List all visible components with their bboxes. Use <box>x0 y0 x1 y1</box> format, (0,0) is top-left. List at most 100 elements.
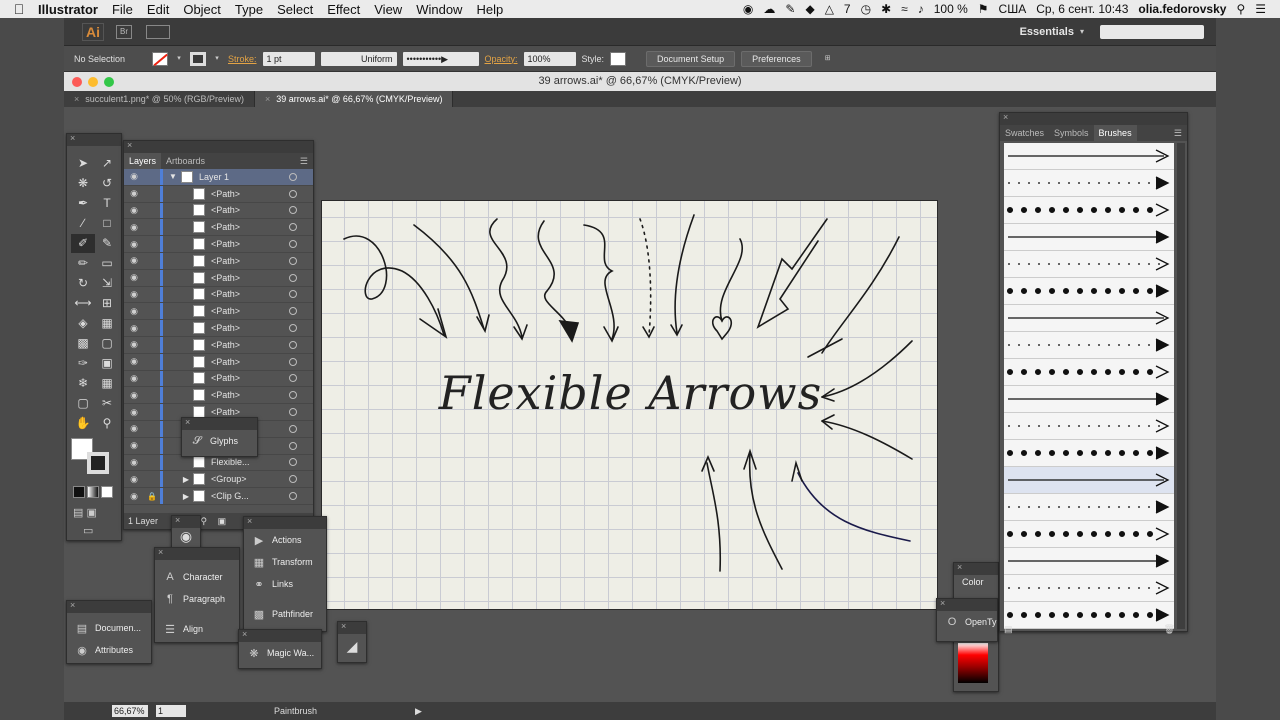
close-window-button[interactable] <box>72 77 82 87</box>
menu-app-name[interactable]: Illustrator <box>38 2 98 17</box>
blob-brush-tool-icon[interactable]: ✏ <box>71 254 95 273</box>
menu-object[interactable]: Object <box>183 2 221 17</box>
help-search-input[interactable] <box>1100 24 1204 39</box>
gradient-tool-icon[interactable]: ▢ <box>95 334 119 353</box>
layer-sublayer-row[interactable]: ◉ <Path> <box>124 353 313 371</box>
brush-swatch-row[interactable] <box>1004 467 1174 494</box>
artboard-number-field[interactable]: 1 <box>156 705 186 717</box>
line-tool-icon[interactable]: ∕ <box>71 214 95 233</box>
menu-effect[interactable]: Effect <box>327 2 360 17</box>
menu-edit[interactable]: Edit <box>147 2 169 17</box>
none-mode-icon[interactable] <box>101 486 113 498</box>
sublayer-name[interactable]: <Path> <box>211 323 240 333</box>
sublayer-name[interactable]: <Path> <box>211 222 240 232</box>
glyphs-panel-button[interactable]: 𝓢 Glyphs <box>182 430 257 452</box>
column-graph-tool-icon[interactable]: ▦ <box>95 374 119 393</box>
clock[interactable]: Ср, 6 сент. 10:43 <box>1036 2 1128 16</box>
timemachine-icon[interactable]: ◷ <box>861 2 871 16</box>
visibility-eye-icon[interactable]: ◉ <box>124 289 144 300</box>
target-circle-icon[interactable] <box>289 273 297 282</box>
visibility-eye-icon[interactable]: ◉ <box>124 323 144 334</box>
sublayer-name[interactable]: <Path> <box>211 407 240 417</box>
new-layer-icon[interactable]: ▣ <box>218 516 227 526</box>
sublayer-name[interactable]: <Path> <box>211 373 240 383</box>
brush-swatch-row[interactable] <box>1004 359 1174 386</box>
workspace-chevron-icon[interactable]: ▾ <box>1080 27 1084 36</box>
visibility-eye-icon[interactable]: ◉ <box>124 188 144 199</box>
stroke-color-box[interactable] <box>87 452 109 474</box>
gradient-mode-icon[interactable] <box>87 486 99 498</box>
brush-swatch-row[interactable] <box>1004 521 1174 548</box>
draw-mode-icon[interactable]: ▤ ▣ <box>73 506 97 519</box>
tab-symbols[interactable]: Symbols <box>1049 125 1094 141</box>
perspective-grid-tool-icon[interactable]: ▦ <box>95 314 119 333</box>
layer-sublayer-row[interactable]: ◉ <Path> <box>124 202 313 220</box>
brushes-panel-header[interactable]: × <box>1000 112 1187 125</box>
zoom-tool-icon[interactable]: ⚲ <box>95 414 119 433</box>
visibility-eye-icon[interactable]: ◉ <box>124 423 144 434</box>
sublayer-name[interactable]: <Clip G... <box>211 491 249 501</box>
lock-toggle[interactable]: 🔒 <box>144 492 160 501</box>
type-tool-icon[interactable]: T <box>95 194 119 213</box>
visibility-eye-icon[interactable]: ◉ <box>124 272 144 283</box>
layer-sublayer-row[interactable]: ◉ <Path> <box>124 185 313 203</box>
preferences-button[interactable]: Preferences <box>741 50 812 67</box>
stroke-label[interactable]: Stroke: <box>228 54 257 64</box>
close-icon[interactable]: × <box>957 562 962 572</box>
opentype-panel-button[interactable]: O OpenTy <box>937 611 997 633</box>
delete-brush-icon[interactable]: 🗑 <box>1164 624 1175 635</box>
target-circle-icon[interactable] <box>289 223 297 232</box>
evernote-icon[interactable]: ✎ <box>785 2 795 16</box>
links-panel-button[interactable]: ⚭ Links <box>244 573 326 595</box>
visibility-eye-icon[interactable]: ◉ <box>124 457 144 468</box>
locate-object-icon[interactable]: ⚲ <box>201 516 208 526</box>
user-name[interactable]: olia.fedorovsky <box>1138 2 1226 16</box>
screen-mode-icon[interactable]: ▭ <box>83 524 93 537</box>
close-icon[interactable]: × <box>70 600 75 610</box>
selection-tool-icon[interactable]: ➤ <box>71 154 95 173</box>
close-icon[interactable]: × <box>940 598 945 608</box>
brush-libraries-menu-icon[interactable]: ▤ <box>1004 624 1013 635</box>
sublayer-name[interactable]: <Path> <box>211 205 240 215</box>
sublayer-name[interactable]: <Path> <box>211 340 240 350</box>
visibility-eye-icon[interactable]: ◉ <box>124 205 144 216</box>
sublayer-name[interactable]: <Path> <box>211 189 240 199</box>
brush-swatch-row[interactable] <box>1004 548 1174 575</box>
layer-sublayer-row[interactable]: ◉ <Path> <box>124 303 313 321</box>
brush-swatch-row[interactable] <box>1004 440 1174 467</box>
eraser-tool-icon[interactable]: ▭ <box>95 254 119 273</box>
tab-brushes[interactable]: Brushes <box>1093 125 1137 141</box>
lasso-tool-icon[interactable]: ↺ <box>95 174 119 193</box>
pathfinder-panel-button[interactable]: ▩ Pathfinder <box>244 603 326 625</box>
mesh-tool-icon[interactable]: ▩ <box>71 334 95 353</box>
dropbox-icon[interactable]: ◆ <box>805 2 814 16</box>
sublayer-name[interactable]: <Group> <box>211 474 247 484</box>
bluetooth-icon[interactable]: ✱ <box>881 2 891 16</box>
layer-sublayer-row[interactable]: ◉ <Path> <box>124 269 313 287</box>
target-circle-icon[interactable] <box>289 307 297 316</box>
input-locale[interactable]: США <box>999 2 1027 16</box>
visibility-eye-icon[interactable]: ◉ <box>124 356 144 367</box>
visibility-eye-icon[interactable]: ◉ <box>124 306 144 317</box>
rotate-tool-icon[interactable]: ↻ <box>71 274 95 293</box>
close-icon[interactable]: × <box>242 629 247 639</box>
paragraph-panel-button[interactable]: ¶ Paragraph <box>155 588 239 610</box>
artboard-title-text[interactable]: Flexible Arrows <box>322 366 939 420</box>
visibility-eye-icon[interactable]: ◉ <box>124 491 144 502</box>
target-circle-icon[interactable] <box>289 374 297 383</box>
artboard-tool-icon[interactable]: ▢ <box>71 394 95 413</box>
brush-swatch-row[interactable] <box>1004 494 1174 521</box>
target-circle-icon[interactable] <box>289 424 297 433</box>
scale-tool-icon[interactable]: ⇲ <box>95 274 119 293</box>
workspace-switcher[interactable]: Essentials <box>1020 26 1074 38</box>
brush-swatch-row[interactable] <box>1004 251 1174 278</box>
menu-help[interactable]: Help <box>476 2 503 17</box>
layer-row[interactable]: ◉ ▼ Layer 1 <box>124 169 313 186</box>
visibility-eye-icon[interactable]: ◉ <box>124 440 144 451</box>
apple-icon[interactable]:  <box>0 1 38 17</box>
minimize-window-button[interactable] <box>88 77 98 87</box>
target-circle-icon[interactable] <box>289 357 297 366</box>
layer-sublayer-row[interactable]: ◉ <Path> <box>124 320 313 337</box>
record-icon[interactable]: ◉ <box>743 2 753 16</box>
notification-badge[interactable]: 7 <box>844 2 851 16</box>
